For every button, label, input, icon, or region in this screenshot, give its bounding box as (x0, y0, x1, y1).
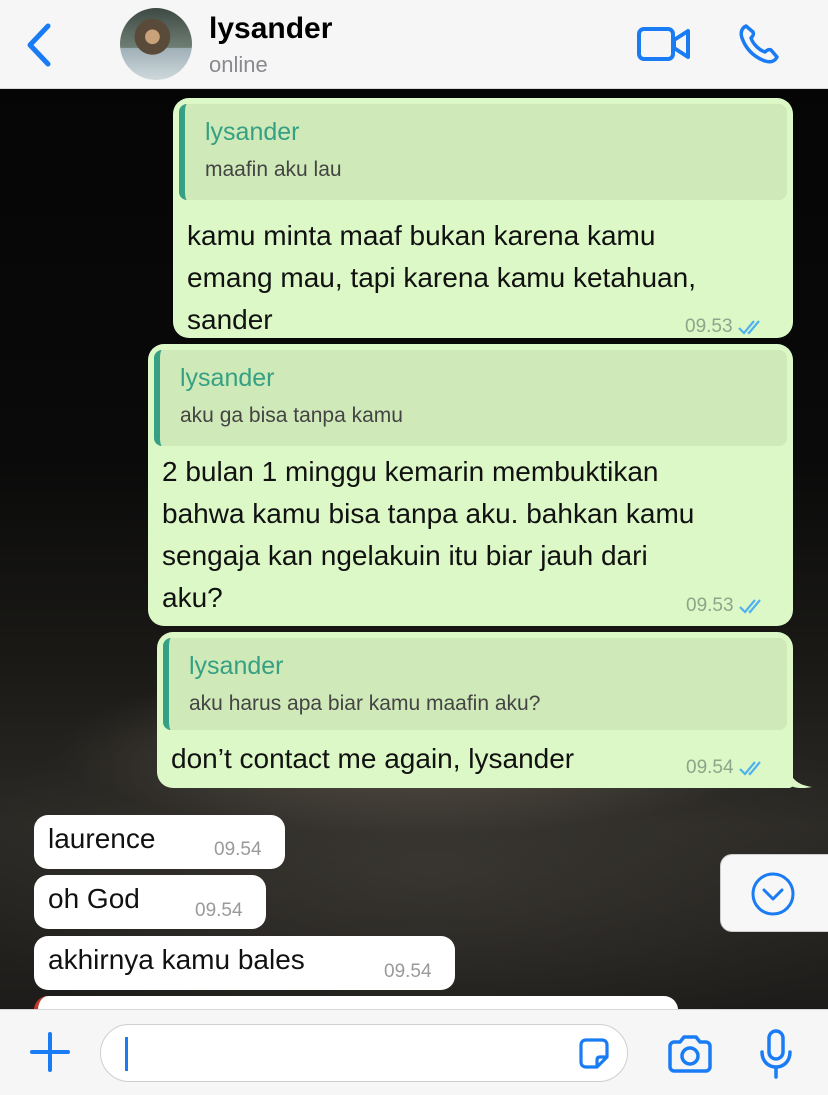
incoming-message[interactable]: oh God 09.54 (34, 875, 266, 929)
message-text: 2 bulan 1 minggu kemarin membuktikan bah… (162, 451, 694, 619)
quoted-message[interactable]: lysander aku ga bisa tanpa kamu (154, 350, 787, 446)
microphone-icon[interactable] (758, 1028, 794, 1080)
quote-sender: lysander (205, 118, 300, 146)
message-time: 09.53 (686, 595, 734, 616)
message-time: 09.54 (384, 961, 432, 982)
quote-sender: lysander (189, 652, 284, 680)
message-time: 09.54 (686, 757, 734, 778)
message-input[interactable] (100, 1024, 628, 1082)
double-check-icon (738, 761, 761, 776)
incoming-message-partial[interactable] (34, 996, 678, 1009)
plus-icon[interactable] (28, 1030, 72, 1074)
quoted-message[interactable]: lysander aku harus apa biar kamu maafin … (163, 638, 787, 730)
double-check-icon (737, 320, 760, 335)
chat-area[interactable]: lysander maafin aku lau kamu minta maaf … (0, 89, 828, 1009)
quoted-message[interactable]: lysander maafin aku lau (179, 104, 787, 200)
scroll-to-bottom-button[interactable] (720, 854, 828, 932)
message-text: laurence (48, 823, 156, 854)
outgoing-message[interactable]: lysander aku harus apa biar kamu maafin … (157, 632, 793, 788)
message-line: kamu minta maaf bukan karena kamu (187, 220, 656, 251)
message-meta: 09.54 (686, 757, 766, 779)
message-line: 2 bulan 1 minggu kemarin membuktikan (162, 456, 659, 487)
message-line: bahwa kamu bisa tanpa aku. bahkan kamu (162, 498, 695, 529)
chat-header: lysander online (0, 0, 828, 89)
message-text: don’t contact me again, lysander (171, 738, 574, 780)
contact-avatar[interactable] (120, 8, 192, 80)
outgoing-message[interactable]: lysander maafin aku lau kamu minta maaf … (173, 98, 793, 338)
message-text: kamu minta maaf bukan karena kamu emang … (187, 215, 696, 341)
quote-text: aku harus apa biar kamu maafin aku? (189, 692, 541, 715)
message-meta: 09.53 (686, 595, 766, 617)
outgoing-message[interactable]: lysander aku ga bisa tanpa kamu 2 bulan … (148, 344, 793, 626)
message-line: emang mau, tapi karena kamu ketahuan, (187, 262, 696, 293)
incoming-message[interactable]: laurence 09.54 (34, 815, 285, 869)
text-cursor (125, 1037, 128, 1071)
message-time: 09.53 (685, 316, 733, 337)
message-time: 09.54 (195, 900, 243, 921)
contact-name[interactable]: lysander (209, 12, 332, 46)
contact-status: online (209, 52, 268, 77)
message-text: akhirnya kamu bales (48, 944, 305, 975)
incoming-message[interactable]: akhirnya kamu bales 09.54 (34, 936, 455, 990)
video-call-icon[interactable] (636, 24, 692, 64)
sticker-icon[interactable] (575, 1035, 613, 1073)
chevron-down-circle-icon (751, 872, 795, 916)
composer-bar (0, 1009, 828, 1095)
message-time: 09.54 (214, 839, 262, 860)
quote-sender: lysander (180, 364, 275, 392)
bubble-tail (788, 765, 812, 789)
back-chevron-icon[interactable] (22, 22, 58, 68)
quote-text: aku ga bisa tanpa kamu (180, 404, 403, 427)
message-line: aku? (162, 582, 223, 613)
phone-icon[interactable] (736, 22, 782, 66)
double-check-icon (738, 599, 761, 614)
message-text: oh God (48, 883, 140, 914)
message-line: don’t contact me again, lysander (171, 743, 575, 774)
message-line: sander (187, 304, 273, 335)
quote-text: maafin aku lau (205, 158, 342, 181)
message-meta: 09.53 (685, 316, 765, 338)
camera-icon[interactable] (666, 1034, 714, 1074)
message-line: sengaja kan ngelakuin itu biar jauh dari (162, 540, 648, 571)
